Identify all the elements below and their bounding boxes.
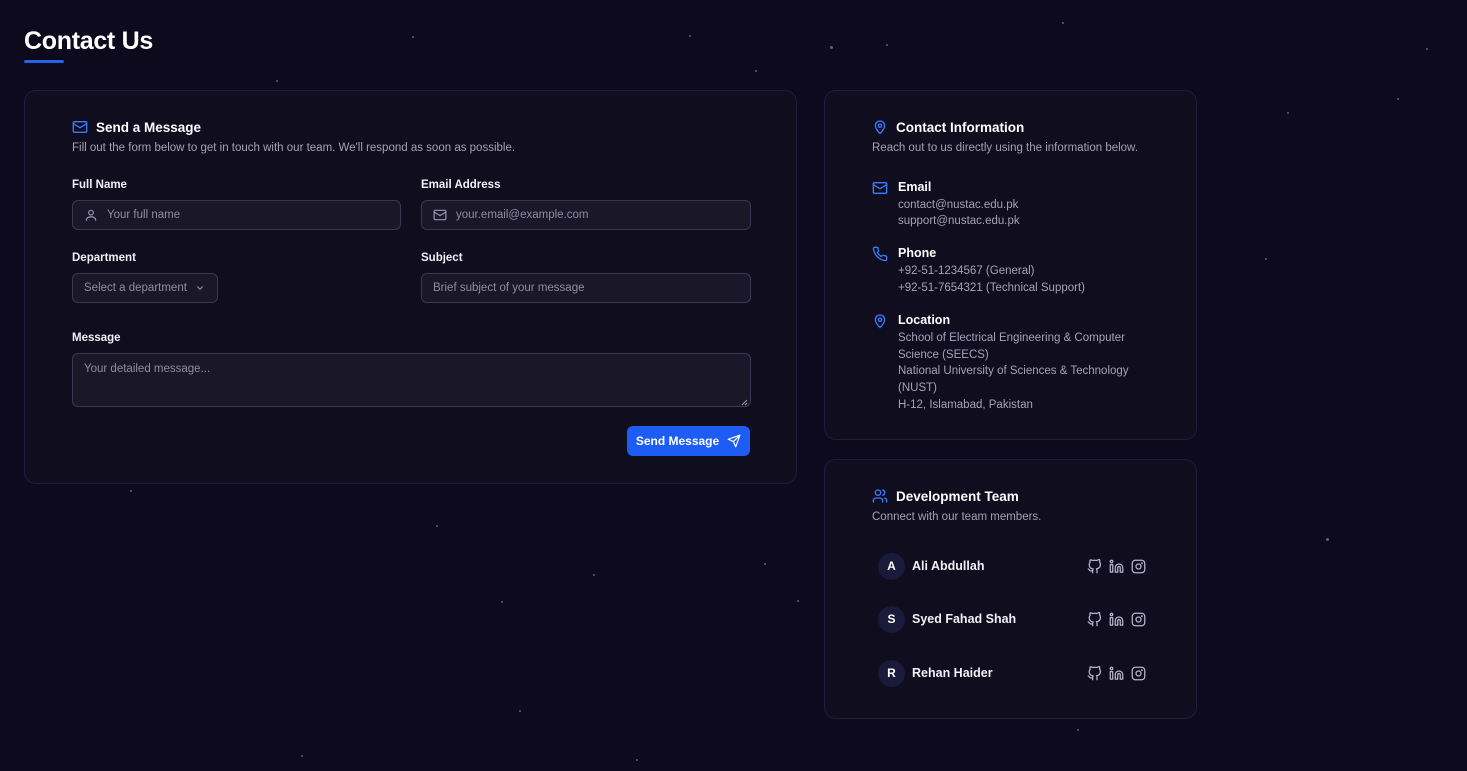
page-title: Contact Us — [24, 27, 153, 55]
message-form-title: Send a Message — [96, 119, 202, 135]
github-icon[interactable] — [1087, 558, 1102, 574]
email-input[interactable]: your.email@example.com — [421, 200, 751, 230]
full-name-input[interactable]: Your full name — [72, 200, 401, 230]
chevron-down-icon — [195, 283, 205, 293]
team-header: Development Team — [872, 488, 1019, 504]
contact-info-title: Contact Information — [896, 119, 1025, 135]
email-line[interactable]: contact@nustac.edu.pk — [898, 199, 1018, 211]
team-card: Development Team Connect with our team m… — [824, 459, 1197, 719]
email-placeholder: your.email@example.com — [456, 209, 589, 221]
message-form-card: Send a Message Fill out the form below t… — [24, 90, 797, 484]
mail-icon — [872, 180, 888, 196]
phone-icon — [872, 246, 888, 262]
message-label: Message — [72, 332, 121, 344]
department-placeholder: Select a department — [84, 282, 187, 294]
linkedin-icon[interactable] — [1109, 666, 1124, 681]
location-info-title: Location — [898, 313, 951, 327]
title-underline — [24, 60, 64, 63]
department-label: Department — [72, 252, 136, 264]
team-subtitle: Connect with our team members. — [872, 511, 1042, 523]
subject-label: Subject — [421, 252, 463, 264]
contact-page: Contact Us Send a Message Fill out the f… — [0, 0, 1467, 771]
email-label: Email Address — [421, 179, 501, 191]
users-icon — [872, 488, 888, 504]
location-line: National University of Sciences & Techno… — [898, 365, 1129, 377]
phone-line[interactable]: +92-51-1234567 (General) — [898, 265, 1035, 277]
map-pin-icon — [872, 119, 888, 135]
user-icon — [84, 208, 98, 222]
instagram-icon[interactable] — [1131, 559, 1146, 574]
location-line: School of Electrical Engineering & Compu… — [898, 332, 1125, 344]
mail-icon — [433, 208, 447, 222]
member-name: Rehan Haider — [912, 666, 993, 680]
subject-input[interactable]: Brief subject of your message — [421, 273, 751, 303]
location-line: Science (SEECS) — [898, 349, 989, 361]
team-member: A Ali Abdullah — [878, 552, 1146, 580]
resize-handle-icon[interactable] — [741, 397, 748, 406]
team-title: Development Team — [896, 488, 1019, 504]
full-name-placeholder: Your full name — [107, 209, 181, 221]
team-member: R Rehan Haider — [878, 659, 1146, 687]
message-textarea[interactable]: Your detailed message... — [72, 353, 751, 407]
linkedin-icon[interactable] — [1109, 559, 1124, 574]
location-line: (NUST) — [898, 382, 937, 394]
map-pin-icon — [872, 313, 888, 329]
message-placeholder: Your detailed message... — [84, 363, 211, 375]
avatar: S — [878, 605, 905, 633]
department-select[interactable]: Select a department — [72, 273, 218, 303]
subject-placeholder: Brief subject of your message — [433, 282, 585, 294]
send-message-label: Send Message — [635, 434, 720, 448]
avatar: A — [878, 552, 905, 580]
location-line: H-12, Islamabad, Pakistan — [898, 399, 1033, 411]
member-name: Ali Abdullah — [912, 559, 985, 573]
contact-info-header: Contact Information — [872, 119, 1024, 135]
message-form-subtitle: Fill out the form below to get in touch … — [72, 142, 516, 154]
email-line[interactable]: support@nustac.edu.pk — [898, 215, 1020, 227]
github-icon[interactable] — [1087, 611, 1102, 627]
phone-info-title: Phone — [898, 246, 937, 260]
instagram-icon[interactable] — [1131, 666, 1146, 681]
email-info-title: Email — [898, 180, 932, 194]
full-name-label: Full Name — [72, 179, 127, 191]
phone-line[interactable]: +92-51-7654321 (Technical Support) — [898, 282, 1085, 294]
message-form-header: Send a Message — [72, 119, 201, 135]
send-message-button[interactable]: Send Message — [627, 426, 750, 456]
linkedin-icon[interactable] — [1109, 612, 1124, 627]
contact-info-card: Contact Information Reach out to us dire… — [824, 90, 1197, 440]
social-links — [1087, 611, 1146, 627]
contact-info-subtitle: Reach out to us directly using the infor… — [872, 142, 1138, 154]
instagram-icon[interactable] — [1131, 612, 1146, 627]
social-links — [1087, 558, 1146, 574]
avatar: R — [878, 659, 905, 687]
team-member: S Syed Fahad Shah — [878, 605, 1146, 633]
mail-icon — [72, 119, 88, 135]
social-links — [1087, 665, 1146, 681]
member-name: Syed Fahad Shah — [912, 612, 1017, 626]
send-icon — [727, 434, 741, 448]
github-icon[interactable] — [1087, 665, 1102, 681]
